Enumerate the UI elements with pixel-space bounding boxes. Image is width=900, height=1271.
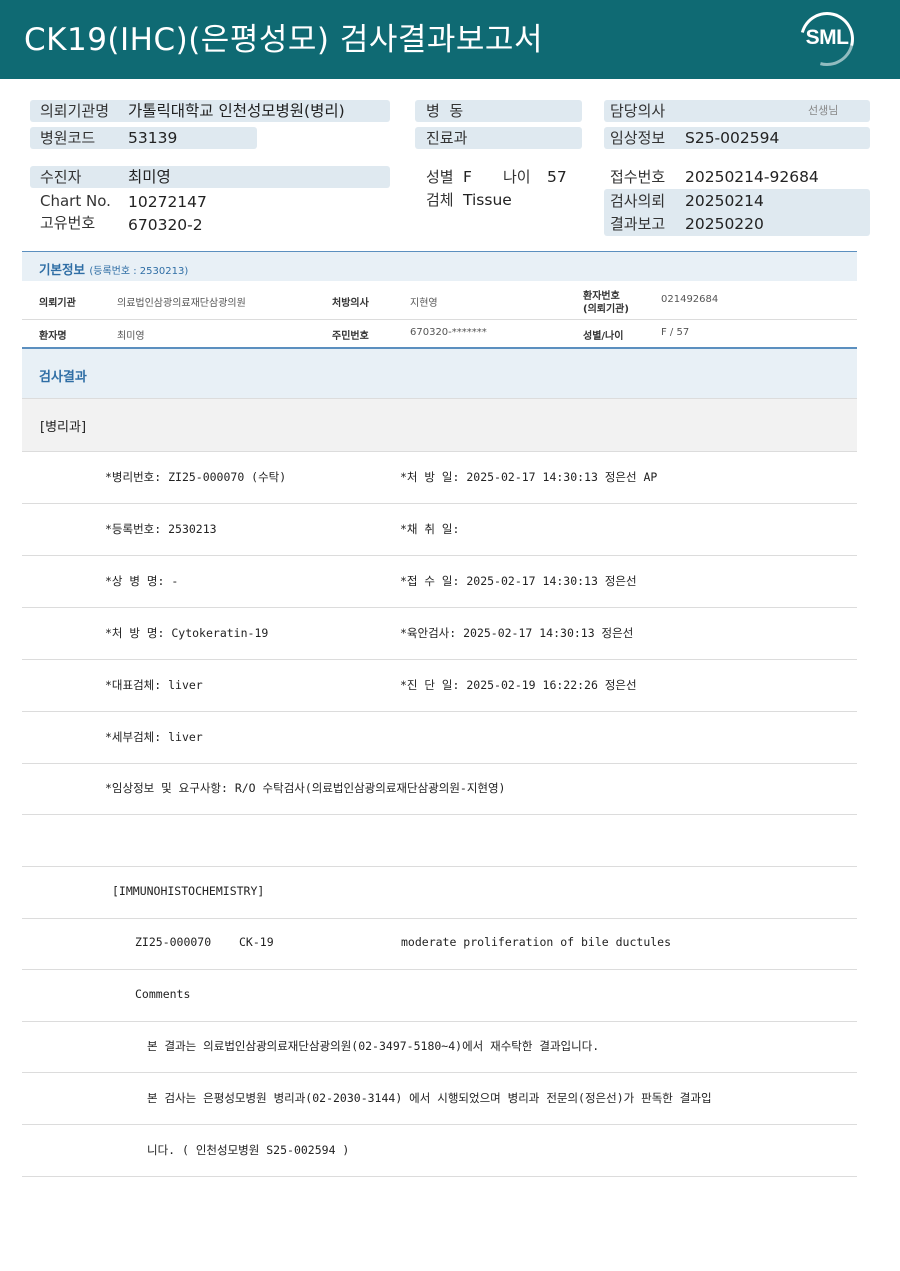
org-value: 의료법인삼광의료재단삼광의원 — [117, 298, 246, 309]
ihc-result: moderate proliferation of bile ductules — [401, 935, 672, 949]
ihc-id: ZI25-000070 — [135, 935, 212, 949]
chart-value: 10272147 — [128, 193, 207, 211]
report-header: CK19(IHC)(은평성모) 검사결과보고서 SML — [0, 0, 900, 79]
comment-row: 본 결과는 의료법인삼광의료재단삼광의원(02-3497-5180~4)에서 재… — [22, 1021, 857, 1073]
comment-text: 니다. ( 인천성모병원 S25-002594 ) — [147, 1143, 350, 1157]
dept-row: [병리과] — [22, 399, 857, 452]
basic-info-row-2: 환자명 최미영 주민번호 670320-******* 성별/나이 F / 57 — [22, 320, 857, 347]
clinical-value: S25-002594 — [685, 129, 780, 147]
result-right: *채 취 일: — [400, 522, 460, 536]
specimen-label: 검체 — [426, 191, 454, 209]
patient-value: 최미영 — [128, 168, 171, 186]
patient-label: 수진자 — [40, 168, 82, 186]
dept-name: [병리과] — [40, 420, 87, 435]
chart-label: Chart No. — [40, 192, 111, 210]
comments-label: Comments — [135, 987, 191, 1001]
specimen-value: Tissue — [463, 191, 512, 209]
name-value: 최미영 — [117, 331, 145, 342]
ihc-marker: CK-19 — [239, 935, 274, 949]
result-right: *처 방 일: 2025-02-17 14:30:13 정은선 AP — [400, 470, 658, 484]
result-left: *등록번호: 2530213 — [105, 522, 217, 536]
basic-info-title: 기본정보 (등록번호 : 2530213) — [39, 259, 188, 278]
age-value: 57 — [547, 168, 567, 186]
sex-value: F — [463, 168, 472, 186]
receipt-value: 20250214-92684 — [685, 168, 819, 186]
dept-label: 진료과 — [426, 129, 468, 147]
result-left: *처 방 명: Cytokeratin-19 — [105, 626, 269, 640]
uid-label: 고유번호 — [40, 214, 96, 232]
report-value: 20250220 — [685, 215, 764, 233]
comment-text: 본 검사는 은평성모병원 병리과(02-2030-3144) 에서 시행되었으며… — [147, 1091, 712, 1105]
prescriber-label: 처방의사 — [332, 298, 369, 309]
ihc-header-row: [IMMUNOHISTOCHEMISTRY] — [22, 867, 857, 919]
uid-value: 670320-2 — [128, 216, 203, 234]
hosp-code-label: 병원코드 — [40, 129, 96, 147]
result-right: *접 수 일: 2025-02-17 14:30:13 정은선 — [400, 574, 637, 588]
hosp-code-value: 53139 — [128, 129, 178, 147]
sexage-label: 성별/나이 — [583, 331, 624, 342]
result-row: *처 방 명: Cytokeratin-19 *육안검사: 2025-02-17… — [22, 608, 857, 660]
comment-row: 본 검사는 은평성모병원 병리과(02-2030-3144) 에서 시행되었으며… — [22, 1073, 857, 1125]
ihc-result-row: ZI25-000070 CK-19 moderate proliferation… — [22, 918, 857, 970]
basic-info-reg-no: (등록번호 : 2530213) — [89, 266, 189, 277]
comments-row: Comments — [22, 970, 857, 1022]
result-row: *대표검체: liver *진 단 일: 2025-02-19 16:22:26… — [22, 660, 857, 712]
result-row: *병리번호: ZI25-000070 (수탁) *처 방 일: 2025-02-… — [22, 452, 857, 504]
patient-box — [30, 166, 390, 188]
results-header: 검사결과 — [22, 347, 857, 399]
sexage-value: F / 57 — [661, 327, 690, 338]
sex-label: 성별 — [426, 168, 454, 186]
doctor-suffix: 선생님 — [808, 104, 839, 117]
result-right: *진 단 일: 2025-02-19 16:22:26 정은선 — [400, 678, 637, 692]
sml-logo: SML — [790, 2, 864, 76]
comment-row: 니다. ( 인천성모병원 S25-002594 ) — [22, 1125, 857, 1177]
prescriber-value: 지현영 — [410, 298, 438, 309]
ward-label: 병 동 — [426, 102, 464, 120]
doctor-label: 담당의사 — [610, 102, 666, 120]
org-label: 의뢰기관 — [39, 298, 76, 309]
req-org-label: 의뢰기관명 — [40, 102, 110, 120]
report-title: CK19(IHC)(은평성모) 검사결과보고서 — [24, 22, 543, 58]
basic-info-row-1: 의뢰기관 의료법인삼광의료재단삼광의원 처방의사 지현영 환자번호 (의뢰기관)… — [22, 281, 857, 320]
receipt-label: 접수번호 — [610, 168, 666, 186]
comment-text: 본 결과는 의료법인삼광의료재단삼광의원(02-3497-5180~4)에서 재… — [147, 1039, 600, 1053]
ptno-value: 021492684 — [661, 294, 719, 305]
report-label: 결과보고 — [610, 215, 666, 233]
rrn-label: 주민번호 — [332, 331, 369, 342]
ihc-header: [IMMUNOHISTOCHEMISTRY] — [112, 884, 265, 898]
clinical-request-row: *임상정보 및 요구사항: R/O 수탁검사(의료법인삼광의료재단삼광의원-지현… — [22, 763, 857, 815]
result-left: *상 병 명: - — [105, 574, 179, 588]
logo-text: SML — [805, 26, 849, 49]
result-row: *상 병 명: - *접 수 일: 2025-02-17 14:30:13 정은… — [22, 556, 857, 608]
result-row: *세부검체: liver — [22, 712, 857, 764]
request-value: 20250214 — [685, 192, 764, 210]
age-label: 나이 — [503, 168, 531, 186]
result-left: *세부검체: liver — [105, 730, 203, 744]
basic-info-title-text: 기본정보 — [39, 262, 86, 277]
blank-row — [22, 815, 857, 867]
result-right: *육안검사: 2025-02-17 14:30:13 정은선 — [400, 626, 634, 640]
result-left: *대표검체: liver — [105, 678, 203, 692]
results-title: 검사결과 — [39, 370, 87, 385]
ptno-label-2: (의뢰기관) — [583, 304, 629, 315]
rrn-value: 670320-******* — [410, 327, 487, 338]
result-left: *병리번호: ZI25-000070 (수탁) — [105, 470, 287, 484]
name-label: 환자명 — [39, 331, 67, 342]
clinical-label: 임상정보 — [610, 129, 666, 147]
req-org-value: 가톨릭대학교 인천성모병원(병리) — [128, 102, 345, 120]
result-row: *등록번호: 2530213 *채 취 일: — [22, 504, 857, 556]
clinical-request: *임상정보 및 요구사항: R/O 수탁검사(의료법인삼광의료재단삼광의원-지현… — [105, 781, 506, 795]
request-label: 검사의뢰 — [610, 192, 666, 210]
basic-info-header: 기본정보 (등록번호 : 2530213) — [22, 251, 857, 281]
